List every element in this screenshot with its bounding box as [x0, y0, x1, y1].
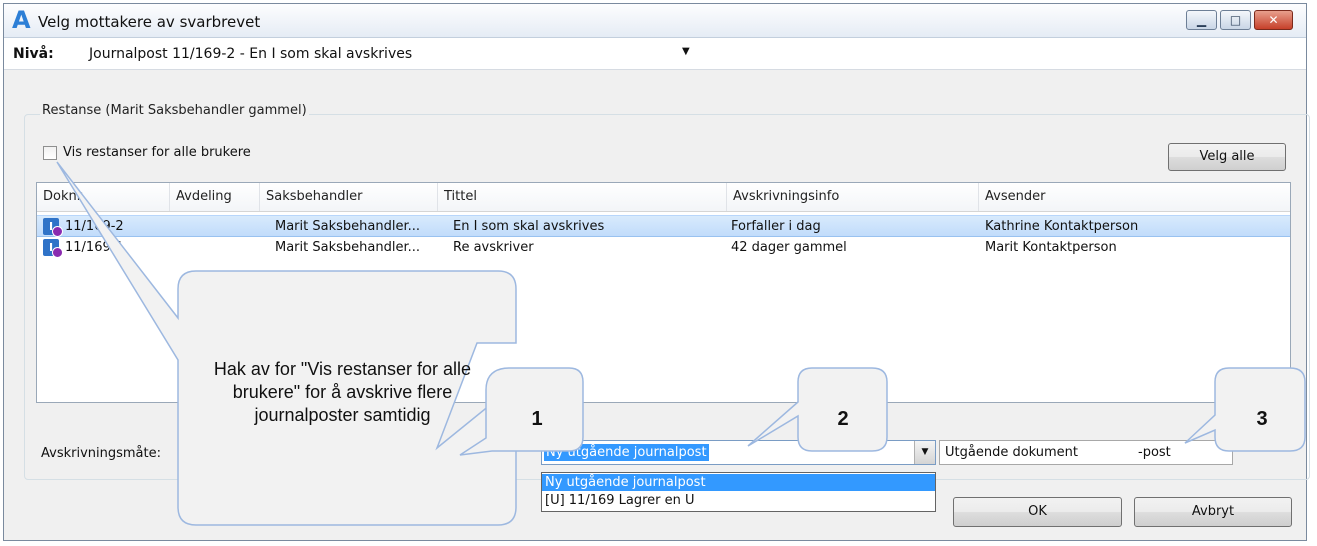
badge-1: 1	[531, 408, 543, 430]
avskrivning-combo[interactable]: Ny utgående journalpost ▼	[541, 440, 936, 465]
incoming-document-icon: I	[43, 218, 63, 237]
cell-doknr: 11/169-1	[65, 240, 124, 255]
select-all-button[interactable]: Velg alle	[1168, 143, 1286, 171]
table-header: Doknr Avdeling Saksbehandler Tittel Avsk…	[37, 183, 1290, 212]
level-selector[interactable]: Nivå: Journalpost 11/169-2 - En I som sk…	[4, 38, 1306, 70]
cell-tittel: Re avskriver	[453, 240, 534, 255]
cell-doknr: 11/169-2	[65, 219, 124, 234]
incoming-document-icon: I	[43, 239, 63, 258]
column-header-avsender[interactable]: Avsender	[979, 183, 1290, 211]
maximize-button[interactable]: □	[1220, 10, 1251, 30]
minimize-button[interactable]: ▁	[1186, 10, 1217, 30]
column-header-avskrivningsinfo[interactable]: Avskrivningsinfo	[727, 183, 979, 211]
avskrivning-combo-value: Ny utgående journalpost	[544, 444, 709, 461]
app-logo-icon: A	[12, 6, 31, 34]
restanse-group-title: Restanse (Marit Saksbehandler gammel)	[40, 103, 309, 118]
badge-3: 3	[1256, 408, 1268, 430]
document-type-value: Utgående dokument	[945, 445, 1079, 460]
show-all-users-label[interactable]: Vis restanser for alle brukere	[63, 145, 251, 160]
ok-button[interactable]: OK	[953, 497, 1122, 527]
cell-avsender: Marit Kontaktperson	[985, 240, 1117, 255]
cell-avskrivningsinfo: Forfaller i dag	[731, 219, 821, 234]
close-button[interactable]: ✕	[1254, 10, 1293, 30]
level-value[interactable]: Journalpost 11/169-2 - En I som skal avs…	[89, 46, 412, 62]
dropdown-option[interactable]: Ny utgående journalpost	[542, 474, 935, 491]
minimize-icon: ▁	[1196, 13, 1207, 27]
level-label: Nivå:	[13, 46, 54, 62]
dropdown-option[interactable]: [U] 11/169 Lagrer en U	[542, 492, 935, 509]
column-header-avdeling[interactable]: Avdeling	[170, 183, 260, 211]
chevron-down-icon[interactable]: ▼	[682, 46, 690, 57]
tip-callout-text: Hak av for "Vis restanser for alle bruke…	[213, 359, 472, 425]
table-row[interactable]: I 11/169-2 Marit Saksbehandler... En I s…	[37, 215, 1290, 237]
cell-saksbehandler: Marit Saksbehandler...	[275, 219, 420, 234]
title-bar: A Velg mottakere av svarbrevet ▁ □ ✕	[4, 4, 1306, 38]
table-row[interactable]: I 11/169-1 Marit Saksbehandler... Re avs…	[37, 237, 1290, 259]
badge-2: 2	[837, 408, 849, 430]
avskrivning-label: Avskrivningsmåte:	[41, 446, 161, 461]
chevron-down-icon[interactable]: ▼	[914, 441, 935, 464]
cell-tittel: En I som skal avskrives	[453, 219, 605, 234]
column-header-tittel[interactable]: Tittel	[438, 183, 727, 211]
close-icon: ✕	[1268, 13, 1279, 27]
show-all-users-checkbox[interactable]	[43, 146, 57, 160]
column-header-saksbehandler[interactable]: Saksbehandler	[260, 183, 438, 211]
document-type-field[interactable]: Utgående dokument -post	[939, 440, 1233, 465]
cell-avsender: Kathrine Kontaktperson	[985, 219, 1139, 234]
window-title: Velg mottakere av svarbrevet	[38, 13, 261, 31]
maximize-icon: □	[1229, 13, 1242, 27]
document-type-suffix: -post	[1138, 445, 1171, 460]
column-header-doknr[interactable]: Doknr	[37, 183, 170, 211]
avskrivning-dropdown-list[interactable]: Ny utgående journalpost [U] 11/169 Lagre…	[541, 472, 936, 512]
cancel-button[interactable]: Avbryt	[1134, 497, 1292, 527]
cell-saksbehandler: Marit Saksbehandler...	[275, 240, 420, 255]
cell-avskrivningsinfo: 42 dager gammel	[731, 240, 847, 255]
